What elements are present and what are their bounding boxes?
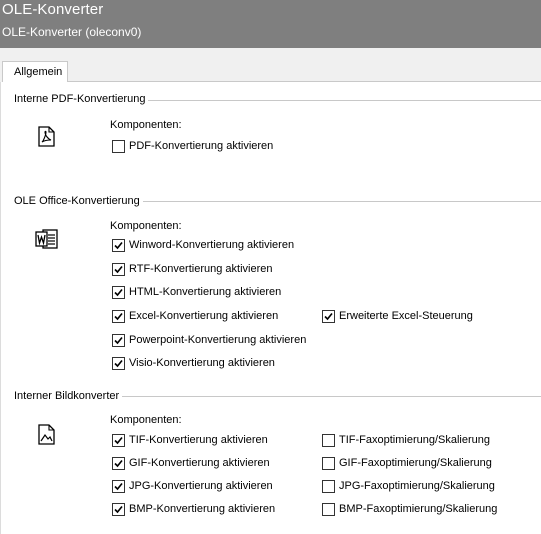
- office-components-label: Komponenten:: [110, 220, 182, 232]
- pdf-document-icon: [38, 126, 55, 150]
- winword-conversion-label: Winword-Konvertierung aktivieren: [129, 239, 295, 251]
- html-conversion-checkbox[interactable]: [112, 286, 125, 299]
- check-mark-icon: [114, 336, 123, 345]
- rtf-conversion-label: RTF-Konvertierung aktivieren: [129, 263, 273, 275]
- pdf-conversion-checkbox[interactable]: [112, 140, 125, 153]
- check-mark-icon: [114, 312, 123, 321]
- gif-conversion-label: GIF-Konvertierung aktivieren: [129, 457, 270, 469]
- extended-excel-control-label: Erweiterte Excel-Steuerung: [339, 310, 473, 322]
- gif-fax-optimization-label: GIF-Faxoptimierung/Skalierung: [339, 457, 492, 469]
- check-mark-icon: [114, 265, 123, 274]
- jpg-conversion-label: JPG-Konvertierung aktivieren: [129, 480, 273, 492]
- check-mark-icon: [114, 288, 123, 297]
- check-mark-icon: [114, 505, 123, 514]
- jpg-fax-optimization-label: JPG-Faxoptimierung/Skalierung: [339, 480, 495, 492]
- group-office-title: OLE Office-Konvertierung: [14, 195, 143, 207]
- check-mark-icon: [114, 459, 123, 468]
- tif-fax-optimization-label: TIF-Faxoptimierung/Skalierung: [339, 434, 491, 446]
- group-image-title: Interner Bildkonverter: [14, 390, 123, 402]
- winword-conversion-checkbox[interactable]: [112, 239, 125, 252]
- check-mark-icon: [324, 312, 333, 321]
- visio-conversion-checkbox[interactable]: [112, 357, 125, 370]
- tif-conversion-checkbox[interactable]: [112, 434, 125, 447]
- visio-conversion-label: Visio-Konvertierung aktivieren: [129, 357, 275, 369]
- title-bar: OLE-Konverter OLE-Konverter (oleconv0): [0, 0, 541, 48]
- image-document-icon: [38, 424, 55, 448]
- excel-conversion-label: Excel-Konvertierung aktivieren: [129, 310, 279, 322]
- tab-strip: [0, 48, 541, 82]
- word-document-icon: [35, 229, 59, 252]
- jpg-fax-optimization-checkbox[interactable]: [322, 480, 335, 493]
- gif-conversion-checkbox[interactable]: [112, 457, 125, 470]
- jpg-conversion-checkbox[interactable]: [112, 480, 125, 493]
- bmp-conversion-label: BMP-Konvertierung aktivieren: [129, 503, 276, 515]
- tab-allgemein[interactable]: Allgemein: [2, 61, 68, 82]
- check-mark-icon: [114, 241, 123, 250]
- group-pdf-title: Interne PDF-Konvertierung: [14, 93, 149, 105]
- html-conversion-label: HTML-Konvertierung aktivieren: [129, 286, 282, 298]
- powerpoint-conversion-label: Powerpoint-Konvertierung aktivieren: [129, 334, 307, 346]
- bmp-fax-optimization-checkbox[interactable]: [322, 503, 335, 516]
- check-mark-icon: [114, 436, 123, 445]
- tab-allgemein-label: Allgemein: [14, 66, 63, 78]
- powerpoint-conversion-checkbox[interactable]: [112, 334, 125, 347]
- tif-conversion-label: TIF-Konvertierung aktivieren: [129, 434, 268, 446]
- extended-excel-control-checkbox[interactable]: [322, 310, 335, 323]
- excel-conversion-checkbox[interactable]: [112, 310, 125, 323]
- rtf-conversion-checkbox[interactable]: [112, 263, 125, 276]
- panel-border: [0, 82, 1, 534]
- pdf-conversion-label: PDF-Konvertierung aktivieren: [129, 140, 274, 152]
- bmp-conversion-checkbox[interactable]: [112, 503, 125, 516]
- bmp-fax-optimization-label: BMP-Faxoptimierung/Skalierung: [339, 503, 498, 515]
- image-components-label: Komponenten:: [110, 414, 182, 426]
- check-mark-icon: [114, 482, 123, 491]
- gif-fax-optimization-checkbox[interactable]: [322, 457, 335, 470]
- tif-fax-optimization-checkbox[interactable]: [322, 434, 335, 447]
- check-mark-icon: [114, 359, 123, 368]
- window-subtitle: OLE-Konverter (oleconv0): [2, 25, 142, 39]
- window-title: OLE-Konverter: [2, 1, 104, 18]
- pdf-components-label: Komponenten:: [110, 119, 182, 131]
